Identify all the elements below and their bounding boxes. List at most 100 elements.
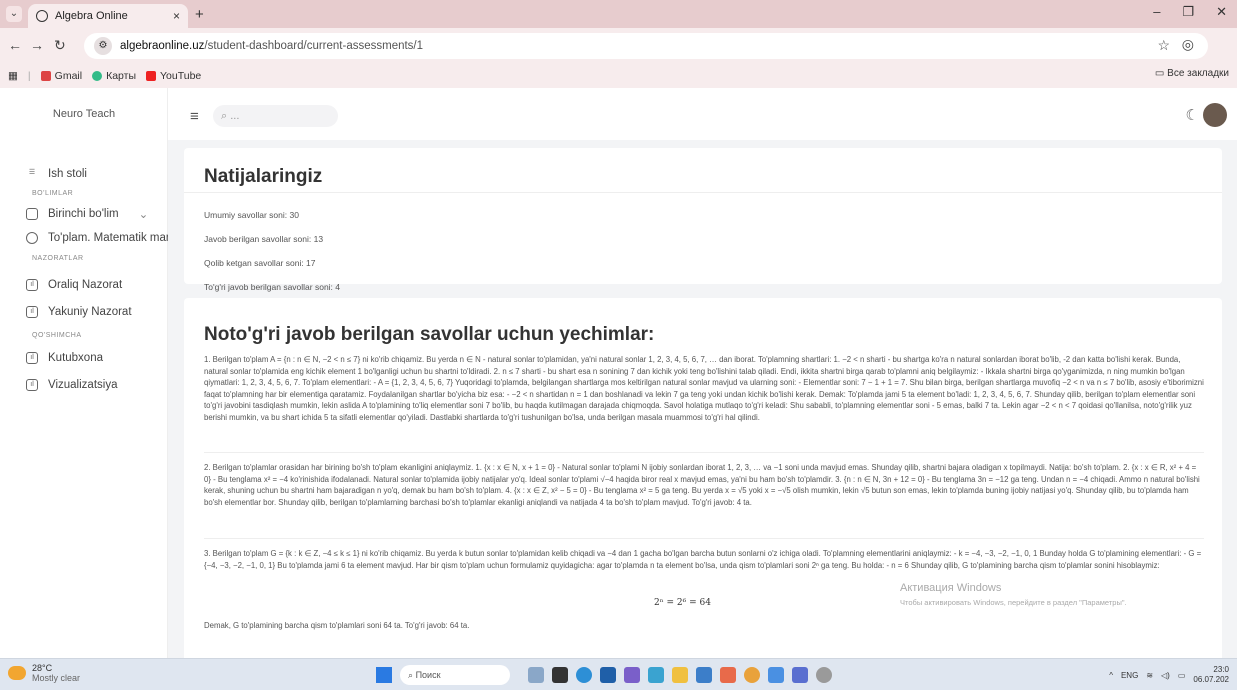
bookmark-star-icon[interactable]: ☆ <box>1157 37 1170 54</box>
calendar-icon <box>26 208 38 220</box>
url-bar[interactable]: ⚙ algebraonline.uz /student-dashboard/cu… <box>84 33 1208 59</box>
sidebar-item-final[interactable]: ıl Yakuniy Nazorat <box>26 306 132 318</box>
bookmark-maps[interactable]: Карты <box>92 70 136 82</box>
sidebar-item-section1[interactable]: Birinchi bo'lim ⌄ <box>26 207 148 221</box>
gear-icon[interactable] <box>816 667 832 683</box>
divider <box>204 538 1204 539</box>
edge-icon[interactable] <box>576 667 592 683</box>
solution-item: 1. Berilgan to'plam A = {n : n ∈ N, −2 <… <box>204 355 1204 422</box>
site-info-icon[interactable]: ⚙ <box>94 37 112 55</box>
sidebar-item-dashboard[interactable]: ☰ Ish stoli <box>26 168 87 180</box>
close-window-icon[interactable]: ✕ <box>1216 4 1227 20</box>
globe-icon <box>36 10 48 22</box>
window-controls: – ❐ ✕ <box>1153 4 1237 20</box>
apps-grid-icon[interactable]: ▦ <box>8 70 18 82</box>
reload-icon[interactable]: ↻ <box>54 37 66 54</box>
windows-watermark-note: Чтобы активировать Windows, перейдите в … <box>900 598 1127 607</box>
chart-icon: ıl <box>26 306 38 318</box>
forward-icon[interactable]: → <box>30 37 44 53</box>
divider <box>184 192 1222 193</box>
sidebar-item-library[interactable]: ıl Kutubxona <box>26 352 103 364</box>
clock[interactable]: 23:0 06.07.202 <box>1193 665 1229 685</box>
taskbar-app-icon[interactable] <box>648 667 664 683</box>
search-input[interactable]: ⌕ ... <box>213 105 338 127</box>
extensions-icon[interactable]: ◎ <box>1182 36 1194 53</box>
search-icon: ⌕ <box>221 110 228 122</box>
bookmarks-bar: ▦ | Gmail Карты YouTube ▭ Все закладки <box>0 64 1237 88</box>
battery-icon[interactable]: ▭ <box>1178 671 1186 680</box>
sidebar: Neuro Teach ☰ Ish stoli BO'LIMLAR Birinch… <box>0 88 184 658</box>
tab-search-icon[interactable]: ⌄ <box>6 6 22 22</box>
taskbar-app-icon[interactable] <box>792 667 808 683</box>
moon-icon[interactable]: ☾ <box>1186 106 1199 124</box>
stat-total: Umumiy savollar soni: 30 <box>204 210 299 220</box>
solutions-title: Noto'g'ri javob berilgan savollar uchun … <box>204 324 655 345</box>
app-logo: Neuro Teach <box>52 108 116 120</box>
maximize-icon[interactable]: ❐ <box>1182 4 1194 20</box>
browser-tab[interactable]: Algebra Online × <box>28 4 188 28</box>
sidebar-item-visualization[interactable]: ıl Vizualizatsiya <box>26 379 117 391</box>
wifi-icon[interactable]: ≋ <box>1146 671 1153 680</box>
results-title: Natijalaringiz <box>204 166 323 187</box>
hamburger-icon[interactable]: ≡ <box>190 108 199 125</box>
menu-list-icon: ☰ <box>28 169 36 176</box>
minimize-icon[interactable]: – <box>1153 4 1160 20</box>
taskbar-app-icon[interactable] <box>696 667 712 683</box>
divider: | <box>27 70 31 82</box>
stat-correct: To'g'ri javob berilgan savollar soni: 4 <box>204 282 341 292</box>
gmail-icon <box>40 71 51 81</box>
bookmark-gmail[interactable]: Gmail <box>40 70 82 82</box>
new-tab-button[interactable]: + <box>195 6 204 23</box>
section-label: QO'SHIMCHA <box>32 332 82 339</box>
sidebar-item-logic[interactable]: To'plam. Matematik mantiq <box>26 232 184 244</box>
solution-item: 2. Berilgan to'plamlar orasidan har biri… <box>204 463 1200 507</box>
folder-icon[interactable] <box>672 667 688 683</box>
system-tray: ^ ENG ≋ ◁) ▭ 23:0 06.07.202 <box>1109 665 1229 685</box>
taskbar-search[interactable]: ⌕ Поиск <box>400 665 510 685</box>
formula: 2ⁿ = 2⁶ = 64 <box>654 598 711 608</box>
chevron-up-icon[interactable]: ^ <box>1109 671 1113 680</box>
main-content: Natijalaringiz Umumiy savollar soni: 30 … <box>168 140 1237 658</box>
sidebar-item-midterm[interactable]: ıl Oraliq Nazorat <box>26 279 122 291</box>
chart-icon: ıl <box>26 352 38 364</box>
address-row: ← → ↻ ⚙ algebraonline.uz /student-dashbo… <box>0 28 1237 64</box>
browser-tab-bar: ⌄ Algebra Online × + – ❐ ✕ <box>0 0 1237 28</box>
search-icon: ⌕ <box>408 670 414 680</box>
tab-title: Algebra Online <box>55 10 128 22</box>
windows-watermark: Активация Windows <box>900 582 1002 594</box>
avatar[interactable] <box>1203 103 1227 127</box>
volume-icon[interactable]: ◁) <box>1161 671 1170 680</box>
taskbar-app-icon[interactable] <box>528 667 544 683</box>
chart-icon: ıl <box>26 279 38 291</box>
section-label: BO'LIMLAR <box>32 190 74 197</box>
chrome-icon[interactable] <box>744 667 760 683</box>
stat-answered: Javob berilgan savollar soni: 13 <box>204 234 324 244</box>
tab-close-icon[interactable]: × <box>173 9 180 23</box>
stat-skipped: Qolib ketgan savollar soni: 17 <box>204 258 316 268</box>
chevron-down-icon: ⌄ <box>138 209 149 221</box>
results-card: Natijalaringiz Umumiy savollar soni: 30 … <box>184 148 1222 292</box>
taskbar-app-icon[interactable] <box>552 667 568 683</box>
url-path: /student-dashboard/current-assessments/1 <box>204 40 424 52</box>
maps-icon <box>92 71 103 81</box>
lock-icon <box>26 232 38 244</box>
divider <box>204 452 1204 453</box>
url-host: algebraonline.uz <box>120 40 205 52</box>
taskbar-app-icon[interactable] <box>600 667 616 683</box>
app-topbar: ≡ ⌕ ... ☾ <box>168 88 1237 140</box>
windows-start-icon[interactable] <box>376 667 392 683</box>
bookmark-youtube[interactable]: YouTube <box>146 70 201 82</box>
all-bookmarks[interactable]: ▭ Все закладки <box>1155 68 1229 79</box>
taskbar-app-icon[interactable] <box>720 667 736 683</box>
chart-icon: ıl <box>26 379 38 391</box>
weather-widget[interactable]: 28°C Mostly clear <box>8 663 80 683</box>
taskbar-app-icon[interactable] <box>768 667 784 683</box>
os-taskbar: 28°C Mostly clear ⌕ Поиск ^ ENG ≋ ◁) ▭ 23… <box>0 658 1237 690</box>
section-label: NAZORATLAR <box>32 255 84 262</box>
back-icon[interactable]: ← <box>8 37 22 53</box>
language-indicator[interactable]: ENG <box>1121 671 1138 680</box>
solution-conclusion: Demak, G to'plamining barcha qism to'pla… <box>204 621 470 630</box>
taskbar-app-icon[interactable] <box>624 667 640 683</box>
solution-item: 3. Berilgan to'plam G = {k : k ∈ Z, −4 ≤… <box>204 549 1202 570</box>
youtube-icon <box>146 71 156 81</box>
